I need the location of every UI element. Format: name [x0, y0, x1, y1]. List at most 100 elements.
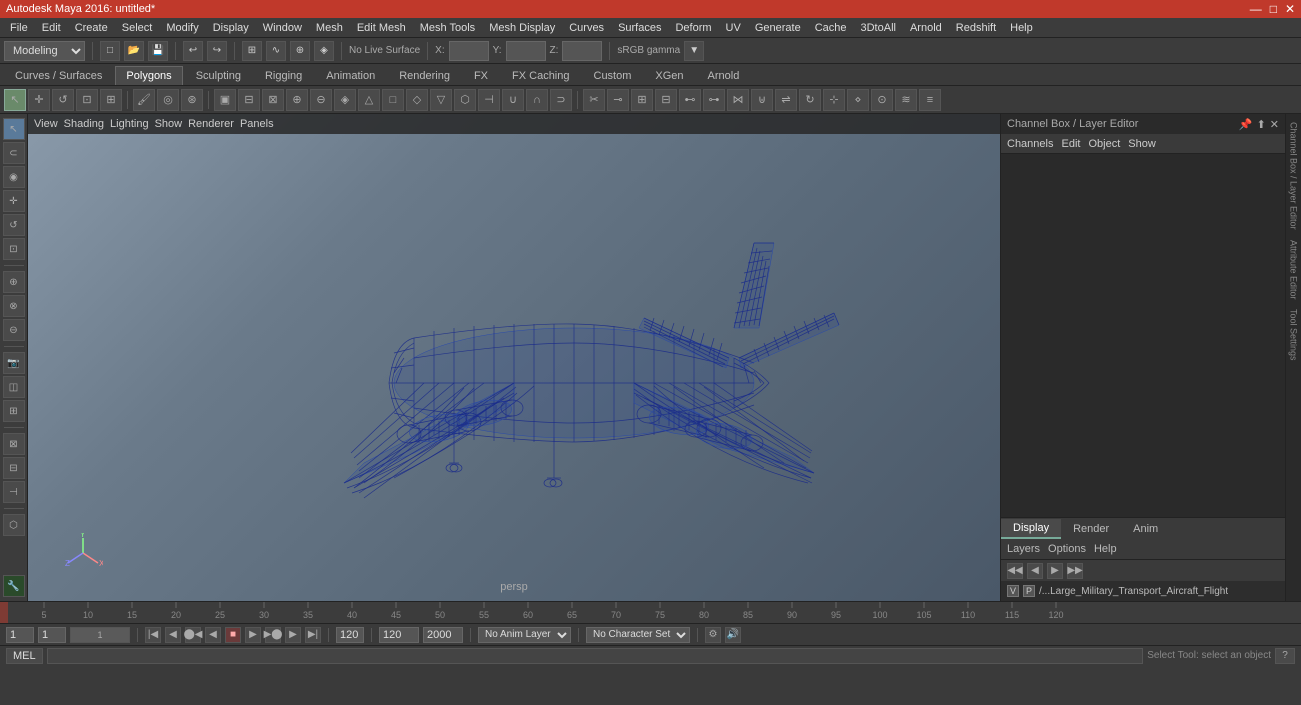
insert-loop-btn[interactable]: ⊞	[631, 89, 653, 111]
layer-ffwd-btn[interactable]: ▶▶	[1067, 563, 1083, 579]
mode-selector[interactable]: Modeling Rigging Animation FX Rendering	[4, 41, 85, 61]
lt-logo-btn[interactable]: 🔧	[3, 575, 25, 597]
lt-select-btn[interactable]: ↖	[3, 118, 25, 140]
collapse-btn[interactable]: ⊎	[751, 89, 773, 111]
anim-settings-btn[interactable]: ⚙	[705, 627, 721, 643]
layer-v-checkbox[interactable]: V	[1007, 585, 1019, 597]
rp-menu-object[interactable]: Object	[1088, 138, 1120, 150]
menu-deform[interactable]: Deform	[669, 20, 717, 36]
scale-tool-btn[interactable]: ⊡	[76, 89, 98, 111]
snap-to-curve-button[interactable]: ∿	[266, 41, 286, 61]
triangulate-btn[interactable]: △	[358, 89, 380, 111]
soft-select-btn[interactable]: ◎	[157, 89, 179, 111]
undo-button[interactable]: ↩	[183, 41, 203, 61]
rewind-start-btn[interactable]: |◀	[145, 627, 161, 643]
prev-key-btn[interactable]: ⬤◀	[185, 627, 201, 643]
menu-window[interactable]: Window	[257, 20, 308, 36]
menu-generate[interactable]: Generate	[749, 20, 807, 36]
menu-edit[interactable]: Edit	[36, 20, 67, 36]
move-tool-btn[interactable]: ✛	[28, 89, 50, 111]
lt-extra-btn[interactable]: ⬡	[3, 514, 25, 536]
layer-next-btn[interactable]: ▶	[1047, 563, 1063, 579]
help-btn[interactable]: ?	[1275, 648, 1295, 664]
new-file-button[interactable]: □	[100, 41, 120, 61]
fps-input[interactable]	[423, 627, 463, 643]
menu-file[interactable]: File	[4, 20, 34, 36]
vp-menu-shading[interactable]: Shading	[64, 118, 104, 130]
panel-close-btn[interactable]: ✕	[1270, 118, 1279, 131]
rotate-tool-btn[interactable]: ↺	[52, 89, 74, 111]
uncrease-btn[interactable]: ≡	[919, 89, 941, 111]
rp-menu-edit[interactable]: Edit	[1061, 138, 1080, 150]
lt-snap2-btn[interactable]: ⊗	[3, 295, 25, 317]
menu-modify[interactable]: Modify	[160, 20, 204, 36]
lt-snap-btn[interactable]: ⊕	[3, 271, 25, 293]
lt-move-btn[interactable]: ✛	[3, 190, 25, 212]
bool-diff-btn[interactable]: ∩	[526, 89, 548, 111]
mirror-btn[interactable]: ⊣	[478, 89, 500, 111]
poke-btn[interactable]: ⊹	[823, 89, 845, 111]
lt-rotate-btn[interactable]: ↺	[3, 214, 25, 236]
flip-btn[interactable]: ⇌	[775, 89, 797, 111]
menu-uv[interactable]: UV	[720, 20, 747, 36]
tab-rendering[interactable]: Rendering	[388, 66, 461, 85]
minimize-button[interactable]: —	[1250, 2, 1262, 16]
menu-cache[interactable]: Cache	[809, 20, 853, 36]
menu-select[interactable]: Select	[116, 20, 159, 36]
snap-to-point-button[interactable]: ⊕	[290, 41, 310, 61]
snap-to-grid-button[interactable]: ⊞	[242, 41, 262, 61]
slide-edge-btn[interactable]: ⊷	[679, 89, 701, 111]
spin-btn[interactable]: ↻	[799, 89, 821, 111]
tab-rigging[interactable]: Rigging	[254, 66, 313, 85]
sym-btn[interactable]: ⊛	[181, 89, 203, 111]
anim-audio-btn[interactable]: 🔊	[725, 627, 741, 643]
stop-btn[interactable]: ■	[225, 627, 241, 643]
redo-button[interactable]: ↪	[207, 41, 227, 61]
lt-measure-btn[interactable]: ⊖	[3, 319, 25, 341]
viewport[interactable]: View Shading Lighting Show Renderer Pane…	[28, 114, 1000, 601]
layer-prev-btn[interactable]: ◀	[1027, 563, 1043, 579]
lt-disp2-btn[interactable]: ⊟	[3, 457, 25, 479]
bool-int-btn[interactable]: ⊃	[550, 89, 572, 111]
quadrangulate-btn[interactable]: □	[382, 89, 404, 111]
tab-animation[interactable]: Animation	[315, 66, 386, 85]
tab-sculpting[interactable]: Sculpting	[185, 66, 252, 85]
timeline-ruler[interactable]: // ticks drawn by JS below 5101520253035…	[0, 602, 1301, 624]
rp-layer-menu-layers[interactable]: Layers	[1007, 543, 1040, 555]
mel-button[interactable]: MEL	[6, 648, 43, 664]
bool-union-btn[interactable]: ∪	[502, 89, 524, 111]
rp-menu-show[interactable]: Show	[1128, 138, 1156, 150]
bevel-btn[interactable]: ⊠	[262, 89, 284, 111]
next-frame-btn[interactable]: ▶	[285, 627, 301, 643]
close-button[interactable]: ✕	[1285, 2, 1295, 16]
save-file-button[interactable]: 💾	[148, 41, 168, 61]
offset-loop-btn[interactable]: ⊟	[655, 89, 677, 111]
sculpt-btn[interactable]: ⊙	[871, 89, 893, 111]
open-file-button[interactable]: 📂	[124, 41, 144, 61]
menu-mesh[interactable]: Mesh	[310, 20, 349, 36]
rp-tab-anim[interactable]: Anim	[1121, 520, 1170, 538]
rp-tab-display[interactable]: Display	[1001, 519, 1061, 539]
command-input[interactable]	[47, 648, 1144, 664]
menu-mesh-display[interactable]: Mesh Display	[483, 20, 561, 36]
lt-paint-btn[interactable]: ◉	[3, 166, 25, 188]
tab-polygons[interactable]: Polygons	[115, 66, 182, 85]
menu-3dtoall[interactable]: 3DtoAll	[855, 20, 902, 36]
vp-menu-show[interactable]: Show	[155, 118, 183, 130]
target-weld-btn[interactable]: ⊶	[703, 89, 725, 111]
menu-redshift[interactable]: Redshift	[950, 20, 1002, 36]
next-key-btn[interactable]: ▶⬤	[265, 627, 281, 643]
srgb-dropdown[interactable]: ▼	[684, 41, 704, 61]
fill-hole-btn[interactable]: ◇	[406, 89, 428, 111]
select-tool-btn[interactable]: ↖	[4, 89, 26, 111]
vp-menu-lighting[interactable]: Lighting	[110, 118, 149, 130]
edge-tab-channel-box[interactable]: Channel Box / Layer Editor	[1287, 118, 1301, 234]
menu-arnold[interactable]: Arnold	[904, 20, 948, 36]
menu-edit-mesh[interactable]: Edit Mesh	[351, 20, 412, 36]
panel-pin-btn[interactable]: 📌	[1239, 118, 1253, 131]
universal-tool-btn[interactable]: ⊞	[100, 89, 122, 111]
z-input[interactable]	[562, 41, 602, 61]
y-input[interactable]	[506, 41, 546, 61]
anim-layer-select[interactable]: No Anim Layer	[478, 627, 571, 643]
ffwd-end-btn[interactable]: ▶|	[305, 627, 321, 643]
